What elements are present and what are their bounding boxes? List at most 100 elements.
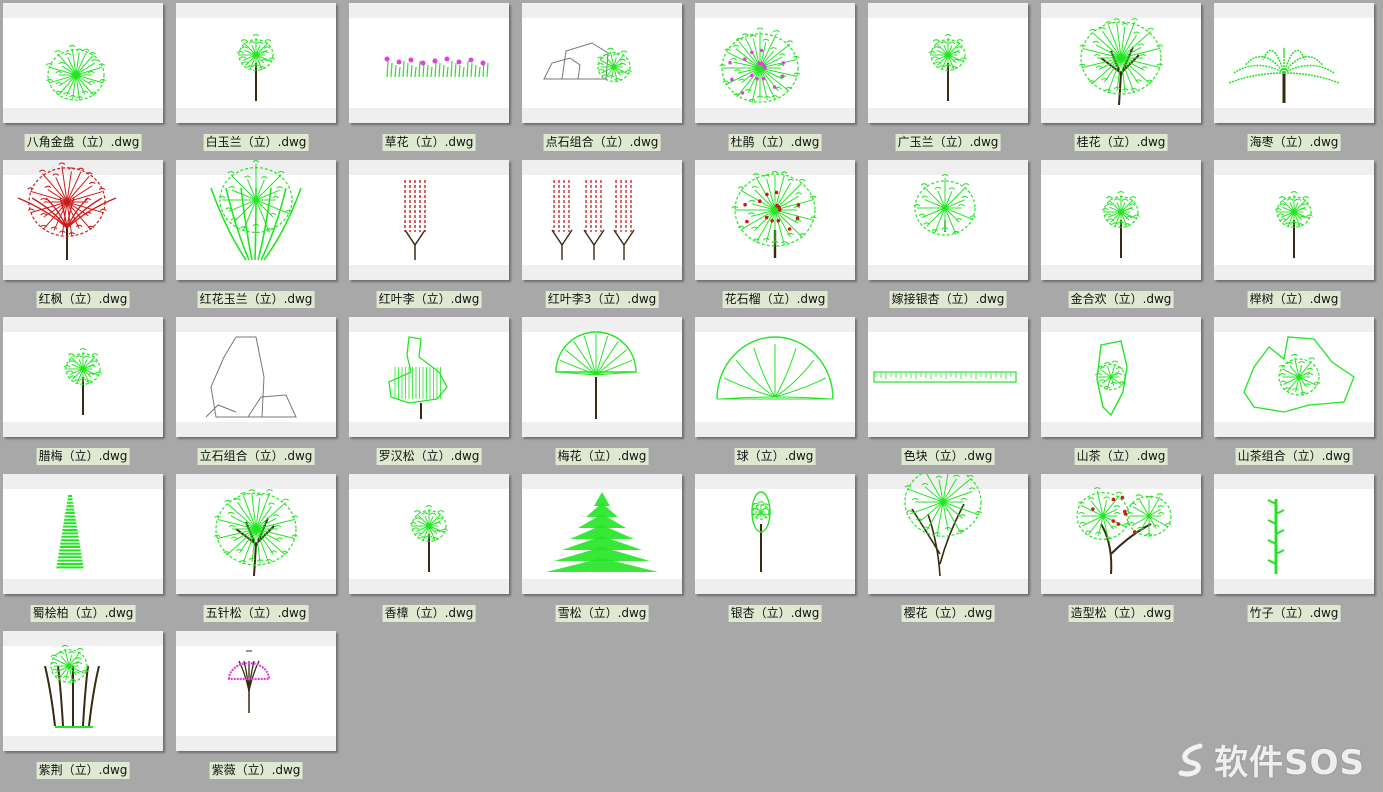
file-tile[interactable]: 香樟（立）.dwg — [349, 474, 509, 631]
file-thumbnail[interactable] — [3, 474, 163, 594]
file-name-label[interactable]: 草花（立）.dwg — [382, 134, 476, 151]
file-tile[interactable]: 造型松（立）.dwg — [1041, 474, 1201, 631]
file-thumbnail[interactable] — [868, 317, 1028, 437]
file-tile[interactable]: 红花玉兰（立）.dwg — [176, 160, 336, 317]
file-tile[interactable]: 点石组合（立）.dwg — [522, 3, 682, 160]
file-tile[interactable]: 花石榴（立）.dwg — [695, 160, 855, 317]
file-name-label[interactable]: 樱花（立）.dwg — [901, 605, 995, 622]
file-thumbnail[interactable] — [3, 631, 163, 751]
file-name-label[interactable]: 金合欢（立）.dwg — [1068, 291, 1174, 308]
file-tile[interactable]: 蜀桧柏（立）.dwg — [3, 474, 163, 631]
file-tile[interactable]: 八角金盘（立）.dwg — [3, 3, 163, 160]
file-thumbnail[interactable] — [1041, 160, 1201, 280]
file-name-label[interactable]: 红花玉兰（立）.dwg — [197, 291, 315, 308]
file-tile[interactable]: 五针松（立）.dwg — [176, 474, 336, 631]
file-tile[interactable]: 广玉兰（立）.dwg — [868, 3, 1028, 160]
file-tile[interactable]: 立石组合（立）.dwg — [176, 317, 336, 474]
file-tile[interactable]: 罗汉松（立）.dwg — [349, 317, 509, 474]
file-tile[interactable]: 色块（立）.dwg — [868, 317, 1028, 474]
file-tile[interactable]: 雪松（立）.dwg — [522, 474, 682, 631]
file-name-label[interactable]: 红叶李（立）.dwg — [376, 291, 482, 308]
file-name-label[interactable]: 蜀桧柏（立）.dwg — [30, 605, 136, 622]
file-tile[interactable]: 球（立）.dwg — [695, 317, 855, 474]
file-thumbnail[interactable] — [176, 317, 336, 437]
file-thumbnail[interactable] — [176, 474, 336, 594]
file-thumbnail[interactable] — [176, 160, 336, 280]
file-tile[interactable]: 金合欢（立）.dwg — [1041, 160, 1201, 317]
file-name-label[interactable]: 山茶（立）.dwg — [1074, 448, 1168, 465]
file-thumbnail[interactable] — [522, 160, 682, 280]
file-tile[interactable]: 山茶（立）.dwg — [1041, 317, 1201, 474]
file-tile[interactable]: 白玉兰（立）.dwg — [176, 3, 336, 160]
file-tile[interactable]: 桂花（立）.dwg — [1041, 3, 1201, 160]
file-tile[interactable]: 腊梅（立）.dwg — [3, 317, 163, 474]
file-thumbnail[interactable] — [522, 474, 682, 594]
file-thumbnail[interactable] — [522, 317, 682, 437]
file-tile[interactable]: 紫荆（立）.dwg — [3, 631, 163, 788]
file-name-label[interactable]: 紫薇（立）.dwg — [209, 762, 303, 779]
file-thumbnail[interactable] — [1214, 3, 1374, 123]
file-thumbnail[interactable] — [3, 317, 163, 437]
file-name-label[interactable]: 红枫（立）.dwg — [36, 291, 130, 308]
file-thumbnail[interactable] — [1214, 474, 1374, 594]
file-name-label[interactable]: 杜鹃（立）.dwg — [728, 134, 822, 151]
file-tile[interactable]: 银杏（立）.dwg — [695, 474, 855, 631]
file-name-label[interactable]: 山茶组合（立）.dwg — [1235, 448, 1353, 465]
file-thumbnail[interactable] — [868, 3, 1028, 123]
file-tile[interactable]: 海枣（立）.dwg — [1214, 3, 1374, 160]
file-name-label[interactable]: 立石组合（立）.dwg — [197, 448, 315, 465]
file-name-label[interactable]: 造型松（立）.dwg — [1068, 605, 1174, 622]
file-thumbnail[interactable] — [1041, 3, 1201, 123]
file-name-label[interactable]: 嫁接银杏（立）.dwg — [889, 291, 1007, 308]
file-tile[interactable]: 紫薇（立）.dwg — [176, 631, 336, 788]
file-thumbnail[interactable] — [695, 474, 855, 594]
file-thumbnail[interactable] — [695, 317, 855, 437]
file-thumbnail[interactable] — [176, 631, 336, 751]
file-name-label[interactable]: 香樟（立）.dwg — [382, 605, 476, 622]
file-thumbnail[interactable] — [868, 160, 1028, 280]
file-thumbnail[interactable] — [3, 160, 163, 280]
file-thumbnail[interactable] — [522, 3, 682, 123]
file-name-label[interactable]: 色块（立）.dwg — [901, 448, 995, 465]
file-name-label[interactable]: 桂花（立）.dwg — [1074, 134, 1168, 151]
file-tile[interactable]: 榉树（立）.dwg — [1214, 160, 1374, 317]
file-thumbnail[interactable] — [1041, 474, 1201, 594]
file-name-label[interactable]: 花石榴（立）.dwg — [722, 291, 828, 308]
file-thumbnail[interactable] — [695, 3, 855, 123]
file-tile[interactable]: 杜鹃（立）.dwg — [695, 3, 855, 160]
file-tile[interactable]: 山茶组合（立）.dwg — [1214, 317, 1374, 474]
file-name-label[interactable]: 广玉兰（立）.dwg — [895, 134, 1001, 151]
file-thumbnail[interactable] — [349, 160, 509, 280]
file-name-label[interactable]: 点石组合（立）.dwg — [543, 134, 661, 151]
file-tile[interactable]: 嫁接银杏（立）.dwg — [868, 160, 1028, 317]
file-name-label[interactable]: 梅花（立）.dwg — [555, 448, 649, 465]
file-name-label[interactable]: 红叶李3（立）.dwg — [545, 291, 659, 308]
file-name-label[interactable]: 海枣（立）.dwg — [1247, 134, 1341, 151]
file-thumbnail[interactable] — [176, 3, 336, 123]
file-thumbnail[interactable] — [868, 474, 1028, 594]
file-thumbnail[interactable] — [1214, 160, 1374, 280]
file-thumbnail[interactable] — [1041, 317, 1201, 437]
file-thumbnail[interactable] — [349, 474, 509, 594]
file-name-label[interactable]: 腊梅（立）.dwg — [36, 448, 130, 465]
file-name-label[interactable]: 银杏（立）.dwg — [728, 605, 822, 622]
file-tile[interactable]: 梅花（立）.dwg — [522, 317, 682, 474]
file-tile[interactable]: 竹子（立）.dwg — [1214, 474, 1374, 631]
file-tile[interactable]: 红叶李（立）.dwg — [349, 160, 509, 317]
file-name-label[interactable]: 球（立）.dwg — [734, 448, 816, 465]
file-name-label[interactable]: 紫荆（立）.dwg — [36, 762, 130, 779]
file-name-label[interactable]: 竹子（立）.dwg — [1247, 605, 1341, 622]
file-name-label[interactable]: 八角金盘（立）.dwg — [24, 134, 142, 151]
file-name-label[interactable]: 榉树（立）.dwg — [1247, 291, 1341, 308]
file-name-label[interactable]: 雪松（立）.dwg — [555, 605, 649, 622]
file-thumbnail[interactable] — [695, 160, 855, 280]
file-name-label[interactable]: 罗汉松（立）.dwg — [376, 448, 482, 465]
file-name-label[interactable]: 白玉兰（立）.dwg — [203, 134, 309, 151]
file-thumbnail[interactable] — [349, 317, 509, 437]
file-thumbnail[interactable] — [349, 3, 509, 123]
file-thumbnail[interactable] — [3, 3, 163, 123]
file-tile[interactable]: 草花（立）.dwg — [349, 3, 509, 160]
file-thumbnail[interactable] — [1214, 317, 1374, 437]
file-tile[interactable]: 红枫（立）.dwg — [3, 160, 163, 317]
file-tile[interactable]: 红叶李3（立）.dwg — [522, 160, 682, 317]
